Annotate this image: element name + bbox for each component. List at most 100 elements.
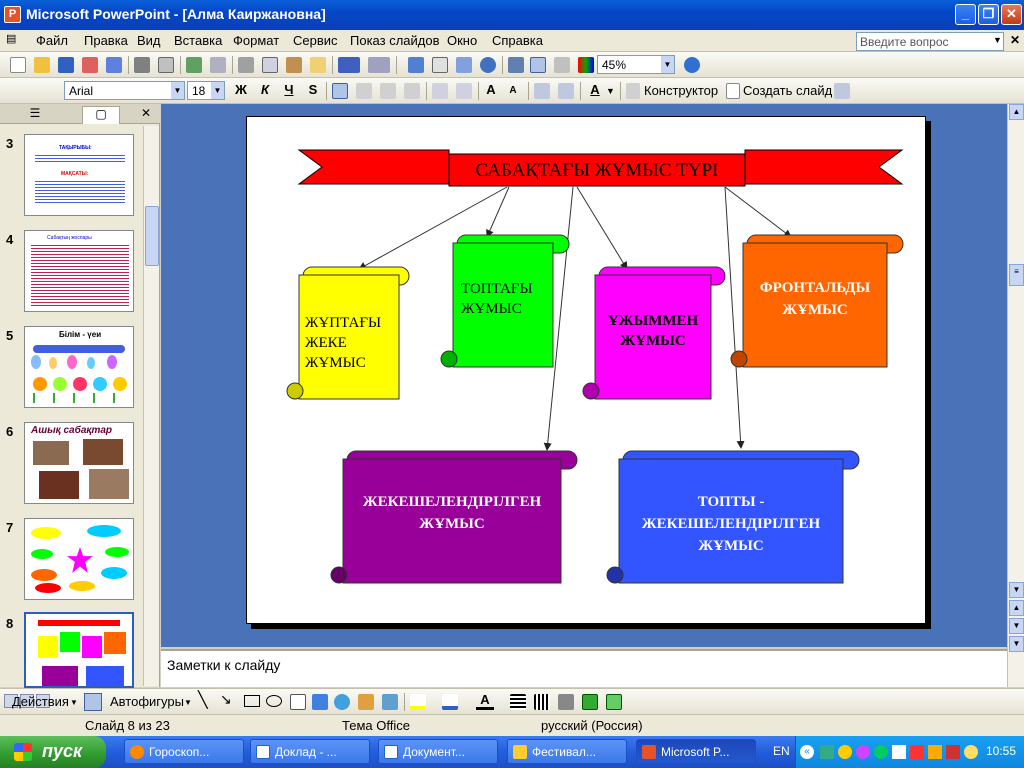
textbox-icon[interactable] <box>290 694 306 710</box>
menu-insert[interactable]: Вставка <box>174 33 222 48</box>
chevron-down-icon[interactable]: ▼ <box>211 82 224 99</box>
start-button[interactable]: пуск <box>0 736 106 768</box>
chevron-down-icon[interactable]: ▼ <box>171 82 184 99</box>
email-icon[interactable] <box>106 57 122 73</box>
designer-button[interactable]: Конструктор <box>644 83 718 98</box>
slide-thumbnail-3[interactable]: ТАҚЫРЫБЫ: МАҚСАТЫ: <box>24 134 134 216</box>
slides-tab[interactable]: ▢ <box>82 106 120 124</box>
cut-icon[interactable] <box>238 57 254 73</box>
tray-network-icon[interactable] <box>820 745 834 759</box>
wordart-icon[interactable] <box>312 694 328 710</box>
scroll-up-icon[interactable]: ▲ <box>1009 104 1024 120</box>
vertical-scrollbar[interactable]: ▲ ≡ ▼ ▲ ▼ ▼ <box>1007 104 1024 687</box>
rectangle-icon[interactable] <box>244 695 260 707</box>
tray-expand-icon[interactable]: « <box>800 745 814 759</box>
increase-indent-icon[interactable] <box>558 83 574 99</box>
help-icon[interactable] <box>684 57 700 73</box>
save-icon[interactable] <box>58 57 74 73</box>
slide-thumbnail-6[interactable]: Ашық сабақтар <box>24 422 134 504</box>
chevron-down-icon[interactable]: ▼ <box>606 86 615 96</box>
taskbar-button-festival[interactable]: Фестивал... <box>507 739 627 764</box>
menu-tools[interactable]: Сервис <box>293 33 338 48</box>
shadow-style-icon[interactable] <box>582 694 598 710</box>
redo-icon[interactable] <box>368 57 390 73</box>
shadow-button[interactable]: S <box>304 82 322 97</box>
arrow-icon[interactable]: ↘ <box>220 691 232 708</box>
show-formatting-icon[interactable] <box>530 57 546 73</box>
expand-all-icon[interactable] <box>508 57 524 73</box>
ask-question-input[interactable]: Введите вопрос <box>856 32 1004 51</box>
oval-icon[interactable] <box>266 695 282 707</box>
insert-table-icon[interactable] <box>432 57 448 73</box>
clipart-icon[interactable] <box>358 694 374 710</box>
font-select[interactable]: Arial ▼ <box>64 81 185 100</box>
language-indicator[interactable]: EN <box>773 744 790 758</box>
new-icon[interactable] <box>10 57 26 73</box>
font-size-select[interactable]: 18 ▼ <box>187 81 225 100</box>
decrease-indent-icon[interactable] <box>534 83 550 99</box>
close-panel-icon[interactable]: ✕ <box>136 106 156 124</box>
align-right-icon[interactable] <box>380 83 396 99</box>
undo-icon[interactable] <box>338 57 360 73</box>
justify-icon[interactable] <box>404 83 420 99</box>
open-icon[interactable] <box>34 57 50 73</box>
document-icon[interactable]: ▤ <box>6 32 16 45</box>
actions-menu[interactable]: Действия <box>12 694 69 709</box>
line-style-icon[interactable] <box>510 694 526 710</box>
format-painter-icon[interactable] <box>310 57 326 73</box>
tray-app-icon[interactable] <box>838 745 852 759</box>
menu-format[interactable]: Формат <box>233 33 279 48</box>
align-left-icon[interactable] <box>332 83 348 99</box>
taskbar-button-horoscope[interactable]: Гороскоп... <box>124 739 244 764</box>
tray-app-icon[interactable] <box>874 745 888 759</box>
chevron-down-icon[interactable]: ▼ <box>661 56 674 73</box>
menu-window[interactable]: Окно <box>447 33 477 48</box>
close-button[interactable]: ✕ <box>1001 4 1022 25</box>
print-preview-icon[interactable] <box>158 57 174 73</box>
tray-app-icon[interactable] <box>856 745 870 759</box>
bold-button[interactable]: Ж <box>232 82 250 97</box>
insert-diagram-icon[interactable] <box>480 57 496 73</box>
slide-canvas[interactable]: САБАҚТАҒЫ ЖҰМЫС ТҮРІ ЖҰПТАҒЫ ЖЕКЕ ЖҰМЫС … <box>246 116 926 624</box>
3d-style-icon[interactable] <box>606 694 622 710</box>
align-center-icon[interactable] <box>356 83 372 99</box>
close-document-icon[interactable]: ✕ <box>1010 33 1020 47</box>
taskbar-button-document[interactable]: Документ... <box>378 739 498 764</box>
diagram-icon[interactable] <box>334 694 350 710</box>
autoshapes-menu[interactable]: Автофигуры <box>110 694 184 709</box>
slide-thumbnail-4[interactable]: Сабақтың жоспары <box>24 230 134 312</box>
italic-button[interactable]: К <box>256 82 274 97</box>
fill-color-icon[interactable] <box>410 694 426 710</box>
arrow-style-icon[interactable] <box>558 694 574 710</box>
scroll-down-icon[interactable]: ▼ <box>1009 582 1024 598</box>
show-grid-icon[interactable] <box>554 57 570 73</box>
scroll-down-icon[interactable]: ▼ <box>1009 636 1024 652</box>
chevron-down-icon[interactable]: ▼ <box>70 698 78 707</box>
permission-icon[interactable] <box>82 57 98 73</box>
restore-button[interactable]: ❐ <box>978 4 999 25</box>
scroll-thumb[interactable]: ≡ <box>1009 264 1024 286</box>
bullets-icon[interactable] <box>456 83 472 99</box>
underline-button[interactable]: Ч <box>280 82 298 97</box>
slide-thumbnail-5[interactable]: Білім - үеи <box>24 326 134 408</box>
toolbar-options-icon[interactable] <box>834 83 850 99</box>
copy-icon[interactable] <box>262 57 278 73</box>
font-color-icon[interactable]: A <box>586 82 604 97</box>
slide-thumbnail-8[interactable] <box>24 612 134 688</box>
scroll-thumb[interactable] <box>145 206 159 266</box>
tray-app-icon[interactable] <box>964 745 978 759</box>
menu-edit[interactable]: Правка <box>84 33 128 48</box>
line-color-icon[interactable] <box>442 694 458 710</box>
panel-scrollbar[interactable] <box>143 126 159 686</box>
ask-dropdown-icon[interactable]: ▼ <box>993 35 1002 45</box>
font-color-icon[interactable]: A <box>476 692 494 710</box>
next-slide-icon[interactable]: ▼ <box>1009 618 1024 634</box>
new-slide-button[interactable]: Создать слайд <box>743 83 832 98</box>
line-icon[interactable]: ╲ <box>198 690 208 710</box>
notes-pane[interactable]: Заметки к слайду <box>161 649 1007 687</box>
research-icon[interactable] <box>210 57 226 73</box>
print-icon[interactable] <box>134 57 150 73</box>
decrease-font-icon[interactable]: A <box>504 85 522 96</box>
taskbar-button-powerpoint[interactable]: Microsoft P... <box>636 739 756 764</box>
numbering-icon[interactable] <box>432 83 448 99</box>
